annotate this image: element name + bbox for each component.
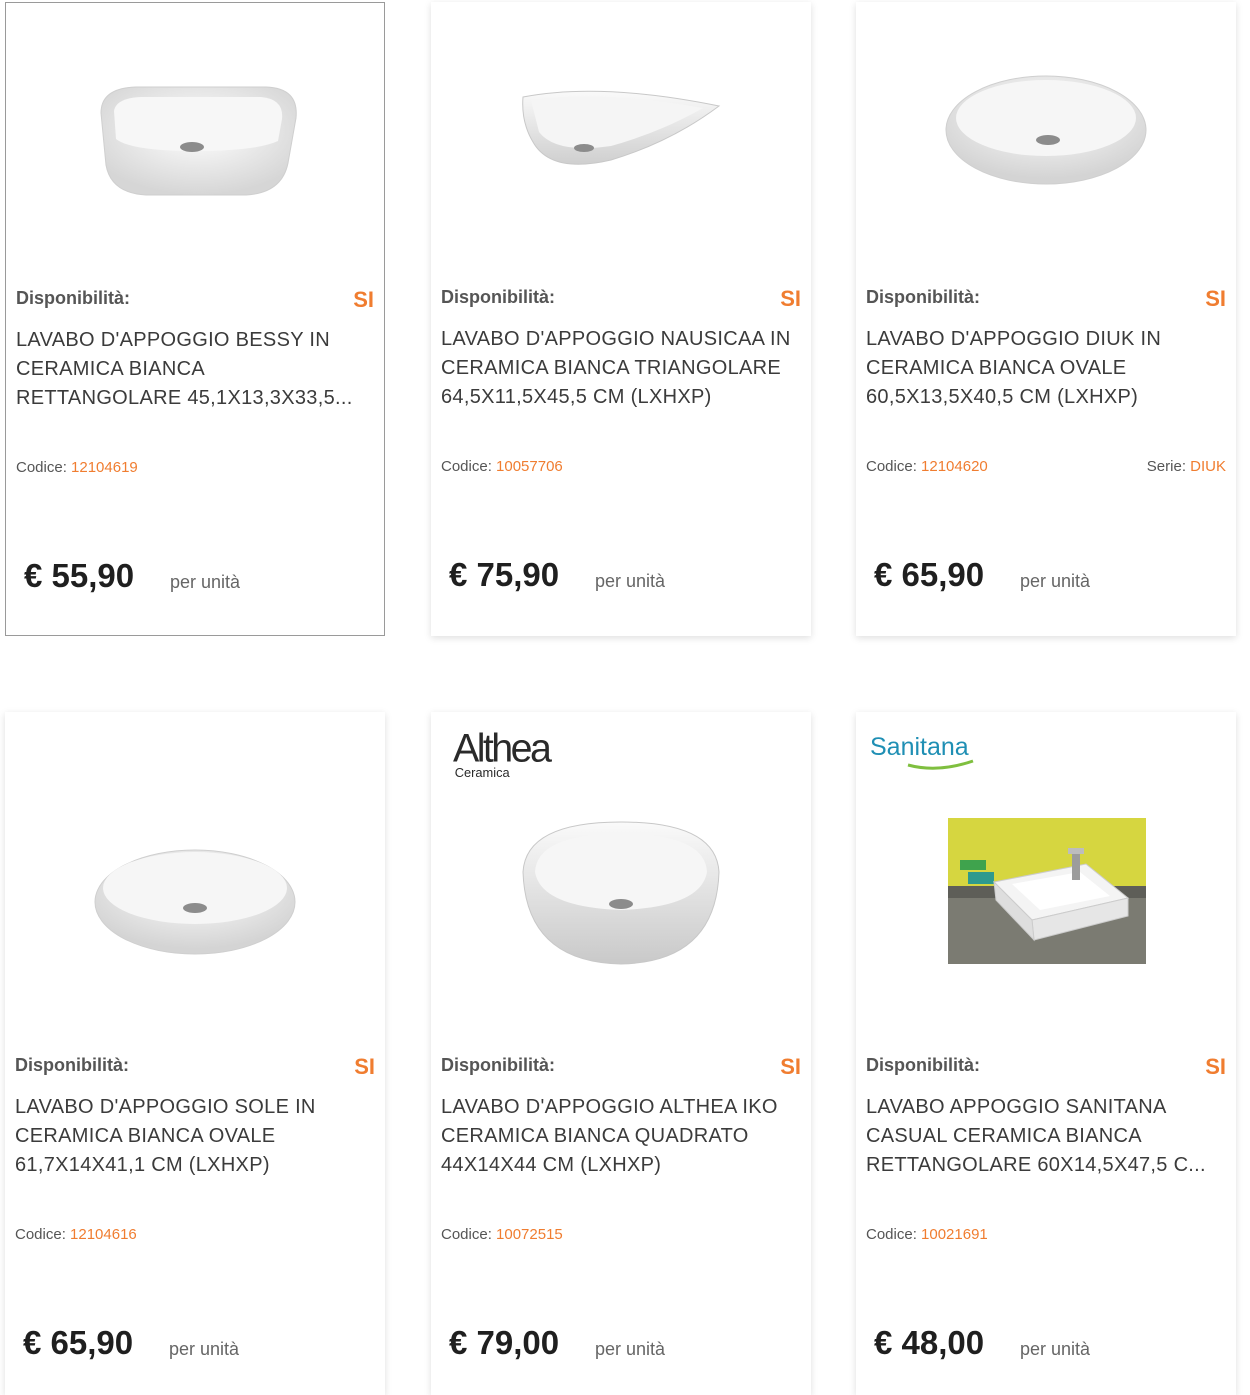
availability-value: SI [1205,1054,1226,1079]
code-label: Codice: [866,1226,917,1243]
availability-label: Disponibilità: [866,1055,980,1075]
product-card[interactable]: Disponibilità: SI LAVABO D'APPOGGIO SOLE… [5,712,385,1395]
availability-label: Disponibilità: [441,1055,555,1075]
code-label: Codice: [441,1226,492,1243]
code-value: 10021691 [921,1226,988,1243]
product-card[interactable]: Althea Ceramica Disponibilità: SI LAVABO… [431,712,811,1395]
product-card[interactable]: Disponibilità: SI LAVABO D'APPOGGIO BESS… [5,2,385,636]
code-value: 12104620 [921,458,988,475]
code-value: 12104616 [70,1226,137,1243]
product-title[interactable]: LAVABO D'APPOGGIO DIUK IN CERAMICA BIANC… [866,325,1221,412]
availability-label: Disponibilità: [441,287,555,307]
product-title[interactable]: LAVABO APPOGGIO SANITANA CASUAL CERAMICA… [866,1093,1221,1180]
availability-label: Disponibilità: [866,287,980,307]
price-unit: per unità [1020,1339,1091,1359]
product-title[interactable]: LAVABO D'APPOGGIO NAUSICAA IN CERAMICA B… [441,325,796,412]
code-value: 10057706 [496,458,563,475]
product-serie: Serie: DIUK [1147,458,1226,475]
product-price: € 79,00 [449,1324,560,1361]
brand-logo: Sanitana [870,733,974,770]
brand-sub: Ceramica [455,765,511,780]
availability-value: SI [780,1054,801,1079]
price-unit: per unità [595,1339,666,1359]
product-price: € 48,00 [874,1324,985,1361]
product-code: Codice: 12104616 [15,1226,137,1243]
code-label: Codice: [15,1226,66,1243]
product-code: Codice: 10057706 [441,458,563,475]
product-code: Codice: 12104620 [866,458,988,475]
price-unit: per unità [1020,571,1091,591]
brand-name: Sanitana [870,733,969,761]
product-image[interactable] [6,43,386,263]
product-price: € 75,90 [449,556,560,593]
product-image[interactable] [856,812,1236,1032]
brand-logo: Althea Ceramica [453,726,555,780]
code-label: Codice: [866,458,917,475]
code-value: 10072515 [496,1226,563,1243]
product-title[interactable]: LAVABO D'APPOGGIO BESSY IN CERAMICA BIAN… [16,326,371,413]
product-card[interactable]: Disponibilità: SI LAVABO D'APPOGGIO NAUS… [431,2,811,636]
product-image[interactable] [5,812,385,1032]
product-code: Codice: 10072515 [441,1226,563,1243]
product-card[interactable]: Sanitana Disponibilità: SI LAVABO APPOGG… [856,712,1236,1395]
product-image[interactable] [856,42,1236,262]
availability-value: SI [353,287,374,312]
code-label: Codice: [16,459,67,476]
product-image[interactable] [431,42,811,262]
code-label: Codice: [441,458,492,475]
serie-value[interactable]: DIUK [1190,458,1226,475]
availability-label: Disponibilità: [15,1055,129,1075]
product-title[interactable]: LAVABO D'APPOGGIO ALTHEA IKO CERAMICA BI… [441,1093,796,1180]
serie-label: Serie: [1146,458,1186,475]
availability-value: SI [780,286,801,311]
price-unit: per unità [169,1339,240,1359]
product-price: € 55,90 [24,557,135,594]
availability-label: Disponibilità: [16,288,130,308]
code-value: 12104619 [71,459,138,476]
price-unit: per unità [595,571,666,591]
product-card[interactable]: Disponibilità: SI LAVABO D'APPOGGIO DIUK… [856,2,1236,636]
product-code: Codice: 12104619 [16,459,138,476]
availability-value: SI [1205,286,1226,311]
price-unit: per unità [170,572,241,592]
product-title[interactable]: LAVABO D'APPOGGIO SOLE IN CERAMICA BIANC… [15,1093,370,1180]
product-price: € 65,90 [874,556,985,593]
product-image[interactable] [431,812,811,1032]
brand-name: Althea [453,726,552,770]
product-code: Codice: 10021691 [866,1226,988,1243]
availability-value: SI [354,1054,375,1079]
product-price: € 65,90 [23,1324,134,1361]
